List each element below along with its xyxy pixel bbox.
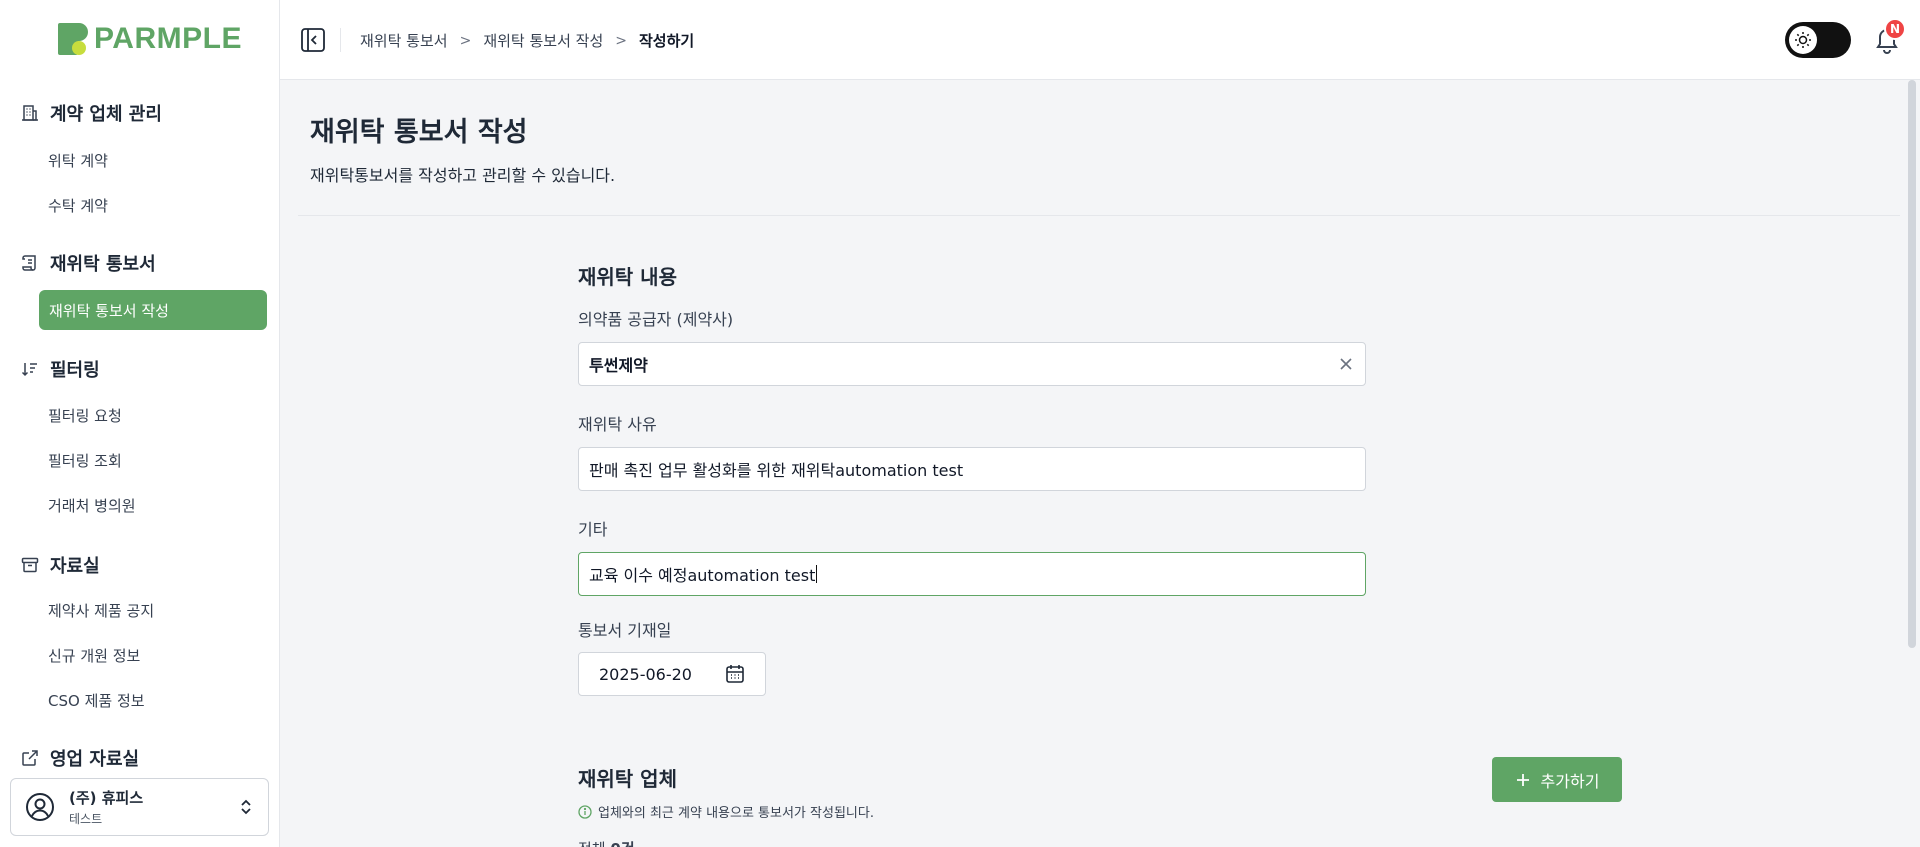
top-header: 재위탁 통보서 > 재위탁 통보서 작성 > 작성하기 N — [280, 0, 1920, 80]
count-prefix: 전체 — [578, 840, 606, 847]
total-count: 전체 0건 — [578, 838, 635, 847]
chevron-right-icon: > — [615, 32, 627, 49]
account-names: (주) 휴피스 테스트 — [69, 787, 236, 827]
user-avatar-icon — [26, 793, 54, 821]
sidebar-item-write-notice[interactable]: 재위탁 통보서 작성 — [39, 290, 267, 330]
reason-label: 재위탁 사유 — [578, 415, 657, 434]
external-link-icon — [20, 748, 40, 768]
header-divider — [340, 28, 341, 52]
date-label: 통보서 기재일 — [578, 621, 672, 640]
etc-label: 기타 — [578, 520, 608, 539]
reason-input[interactable]: 판매 촉진 업무 활성화를 위한 재위탁automation test — [578, 447, 1366, 491]
breadcrumb-current: 작성하기 — [638, 32, 695, 50]
logo-mark-icon — [58, 23, 90, 55]
sidebar-item-consignment-contract[interactable]: 위탁 계약 — [48, 150, 108, 171]
sidebar-item-partner-clinics[interactable]: 거래처 병의원 — [48, 495, 136, 516]
company-name: (주) 휴피스 — [69, 789, 144, 807]
building-icon — [20, 103, 40, 123]
etc-value: 교육 이수 예정automation test — [589, 566, 816, 585]
sidebar-item-cso-products[interactable]: CSO 제품 정보 — [48, 690, 145, 711]
info-text: 업체와의 최근 계약 내용으로 통보서가 작성됩니다. — [598, 806, 874, 821]
clear-icon[interactable] — [1336, 354, 1356, 374]
sidebar-item-filtering-request[interactable]: 필터링 요청 — [48, 405, 122, 426]
sidebar-item-entrusted-contract[interactable]: 수탁 계약 — [48, 195, 108, 216]
add-button-label: 추가하기 — [1540, 771, 1600, 791]
scroll-icon — [20, 253, 40, 273]
nav-group-label: 자료실 — [50, 556, 100, 577]
breadcrumb-item[interactable]: 재위탁 통보서 — [360, 30, 448, 51]
section-title-companies: 재위탁 업체 — [578, 767, 677, 791]
nav-group-sales-resources[interactable]: 영업 자료실 — [20, 745, 139, 771]
account-switcher[interactable]: (주) 휴피스 테스트 — [10, 778, 269, 836]
nav-group-contract-management[interactable]: 계약 업체 관리 — [20, 100, 162, 126]
user-role: 테스트 — [69, 812, 103, 826]
archive-icon — [20, 555, 40, 575]
breadcrumb-item[interactable]: 재위탁 통보서 작성 — [483, 30, 603, 51]
theme-toggle[interactable] — [1785, 22, 1851, 58]
section-title-content: 재위탁 내용 — [578, 265, 677, 289]
nav-group-label: 필터링 — [50, 360, 100, 381]
main-scrollbar[interactable] — [1908, 80, 1916, 648]
etc-input[interactable]: 교육 이수 예정automation test — [578, 552, 1366, 596]
info-icon — [578, 804, 592, 819]
section-divider — [298, 215, 1900, 216]
plus-icon — [1516, 773, 1529, 786]
count-value: 0건 — [610, 840, 634, 847]
page-title: 재위탁 통보서 작성 — [310, 117, 528, 148]
supplier-label: 의약품 공급자 (제약사) — [578, 310, 734, 329]
reason-value: 판매 촉진 업무 활성화를 위한 재위탁automation test — [589, 461, 964, 480]
calendar-icon[interactable] — [724, 663, 746, 685]
nav-group-label: 계약 업체 관리 — [50, 104, 162, 125]
nav-group-label: 재위탁 통보서 — [50, 254, 156, 275]
text-caret — [816, 565, 818, 583]
sidebar-item-new-clinic-info[interactable]: 신규 개원 정보 — [48, 645, 140, 666]
logo-text: PARMPLE — [94, 22, 242, 55]
page-subtitle: 재위탁통보서를 작성하고 관리할 수 있습니다. — [310, 166, 616, 185]
supplier-value: 투썬제약 — [589, 356, 648, 375]
notification-badge: N — [1884, 18, 1906, 40]
sidebar-item-filtering-search[interactable]: 필터링 조회 — [48, 450, 122, 471]
chevron-up-down-icon — [241, 799, 251, 815]
sidebar-collapse-icon[interactable] — [300, 27, 326, 53]
info-note: 업체와의 최근 계약 내용으로 통보서가 작성됩니다. — [578, 802, 874, 821]
sun-icon — [1789, 26, 1817, 54]
chevron-right-icon: > — [459, 32, 472, 49]
nav-group-resources[interactable]: 자료실 — [20, 552, 100, 578]
date-value: 2025-06-20 — [599, 664, 692, 684]
sidebar: PARMPLE 계약 업체 관리 위탁 계약 수탁 계약 재위탁 통보서 재위탁… — [0, 0, 280, 847]
supplier-select[interactable]: 투썬제약 — [578, 342, 1366, 386]
nav-group-label: 영업 자료실 — [50, 749, 140, 770]
nav-group-reconsignment-notice[interactable]: 재위탁 통보서 — [20, 250, 156, 276]
sort-filter-icon — [20, 359, 40, 379]
logo[interactable]: PARMPLE — [58, 22, 242, 56]
breadcrumb: 재위탁 통보서 > 재위탁 통보서 작성 > 작성하기 — [360, 30, 694, 51]
sidebar-item-pharma-notices[interactable]: 제약사 제품 공지 — [48, 600, 154, 621]
add-company-button[interactable]: 추가하기 — [1492, 757, 1622, 802]
nav-group-filtering[interactable]: 필터링 — [20, 356, 100, 382]
